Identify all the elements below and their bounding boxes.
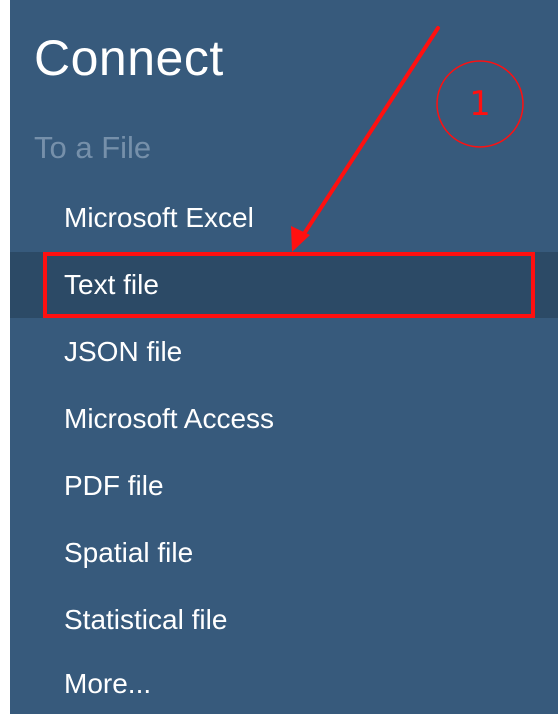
menu-item-spatial-file[interactable]: Spatial file [10, 520, 558, 586]
menu-item-microsoft-access[interactable]: Microsoft Access [10, 386, 558, 452]
menu-item-statistical-file[interactable]: Statistical file [10, 587, 558, 653]
step-number-label: 1 [469, 84, 491, 124]
menu-item-label: Microsoft Access [64, 403, 275, 434]
menu-item-text-file[interactable]: Text file [10, 252, 558, 318]
menu-item-pdf-file[interactable]: PDF file [10, 453, 558, 519]
menu-item-microsoft-excel[interactable]: Microsoft Excel [10, 185, 558, 251]
menu-item-label: JSON file [64, 336, 183, 367]
menu-item-label: Microsoft Excel [64, 202, 254, 233]
menu-item-label: PDF file [64, 470, 164, 501]
menu-item-label: Statistical file [64, 604, 228, 635]
menu-item-label: More... [64, 668, 152, 699]
menu-item-label: Text file [64, 269, 159, 300]
menu-item-json-file[interactable]: JSON file [10, 319, 558, 385]
menu-item-more[interactable]: More... [10, 654, 558, 714]
menu-item-label: Spatial file [64, 537, 194, 568]
